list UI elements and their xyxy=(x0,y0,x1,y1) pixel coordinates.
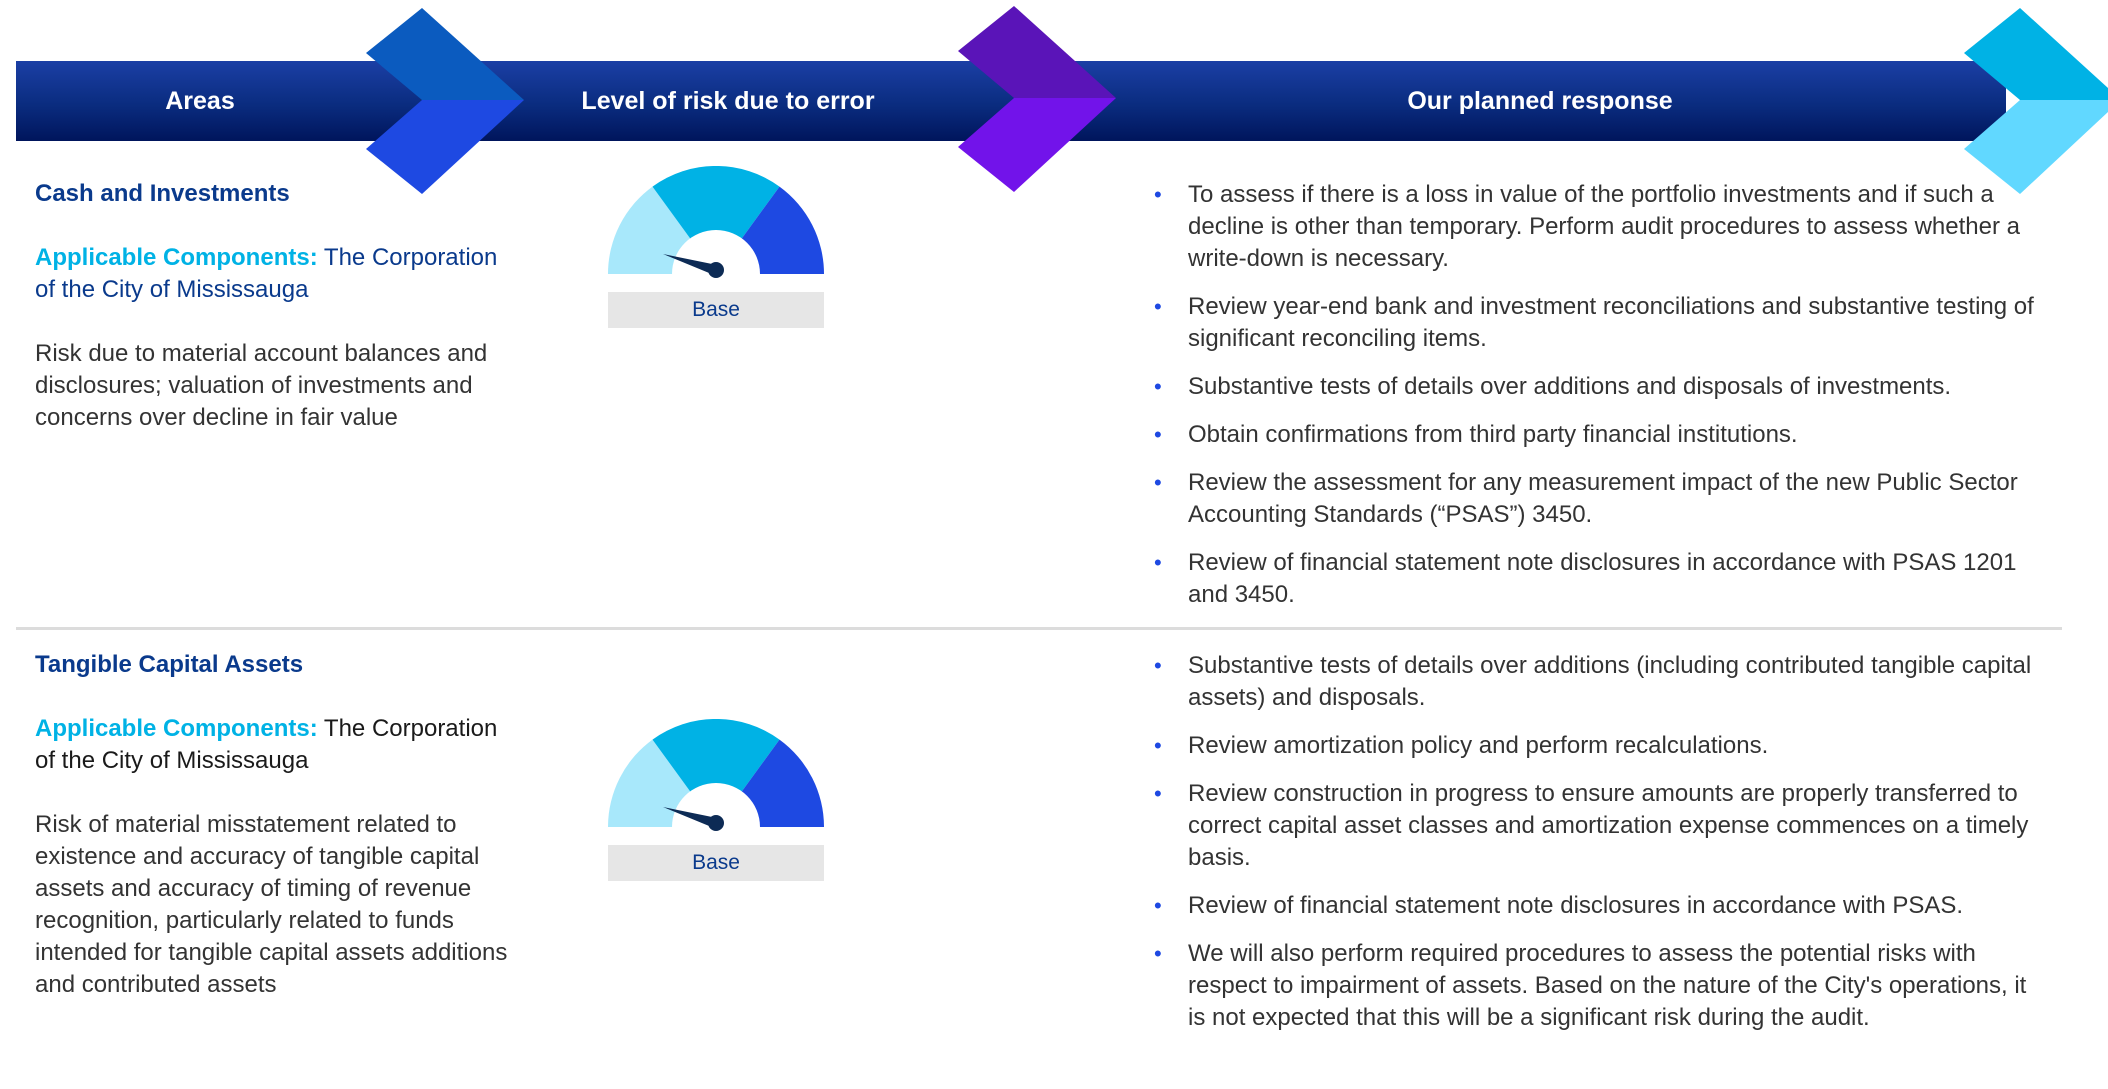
row-divider xyxy=(16,627,2062,630)
bullet-icon: • xyxy=(1154,422,1162,447)
bullet-icon: • xyxy=(1154,550,1162,575)
area-title: Tangible Capital Assets xyxy=(35,651,304,678)
risk-description: Risk due to material account balances an… xyxy=(35,340,488,431)
risk-gauge-icon xyxy=(608,719,824,831)
risk-description: Risk of material misstatement related to… xyxy=(35,811,508,998)
planned-response-list: • To assess if there is a loss in value o… xyxy=(1146,179,2046,627)
list-item: • Review construction in progress to ensu… xyxy=(1154,780,2029,871)
bullet-icon: • xyxy=(1154,733,1162,758)
bullet-icon: • xyxy=(1154,470,1162,495)
list-item: • We will also perform required procedure… xyxy=(1154,940,2027,1031)
risk-level-label: Base xyxy=(608,292,824,328)
column-header-areas: Areas xyxy=(165,87,235,115)
bullet-icon: • xyxy=(1154,653,1162,678)
list-item: • Substantive tests of details over addit… xyxy=(1154,652,2032,711)
applicable-components-label: Applicable Components: xyxy=(35,244,318,271)
column-header-risk-level: Level of risk due to error xyxy=(581,87,875,115)
planned-response-list: • Substantive tests of details over addit… xyxy=(1146,650,2046,1050)
chevron-arrow-icon xyxy=(366,8,524,194)
bullet-icon: • xyxy=(1154,941,1162,966)
list-item: • Review the assessment for any measureme… xyxy=(1154,469,2018,528)
bullet-icon: • xyxy=(1154,294,1162,319)
list-item: • Review of financial statement note disc… xyxy=(1146,890,2046,922)
applicable-components: Applicable Components: The Corporation o… xyxy=(35,242,515,306)
risk-gauge-icon xyxy=(608,166,824,278)
list-item: • Obtain confirmations from third party f… xyxy=(1146,419,2046,451)
bullet-icon: • xyxy=(1154,182,1162,207)
bullet-icon: • xyxy=(1154,781,1162,806)
column-header-planned-response: Our planned response xyxy=(1407,87,1673,115)
applicable-components-label: Applicable Components: xyxy=(35,715,318,742)
list-item: • Review amortization policy and perform … xyxy=(1146,730,2046,762)
applicable-components: Applicable Components: The Corporation o… xyxy=(35,713,515,777)
area-title: Cash and Investments xyxy=(35,180,290,207)
bullet-icon: • xyxy=(1154,374,1162,399)
chevron-arrow-icon xyxy=(1964,8,2108,194)
bullet-icon: • xyxy=(1154,893,1162,918)
risk-level-label: Base xyxy=(608,845,824,881)
list-item: • Review of financial statement note disc… xyxy=(1154,549,2017,608)
list-item: • To assess if there is a loss in value o… xyxy=(1154,181,2020,272)
list-item: • Review year-end bank and investment rec… xyxy=(1154,293,2034,352)
chevron-arrow-icon xyxy=(958,6,1116,192)
list-item: • Substantive tests of details over addit… xyxy=(1146,371,2046,403)
